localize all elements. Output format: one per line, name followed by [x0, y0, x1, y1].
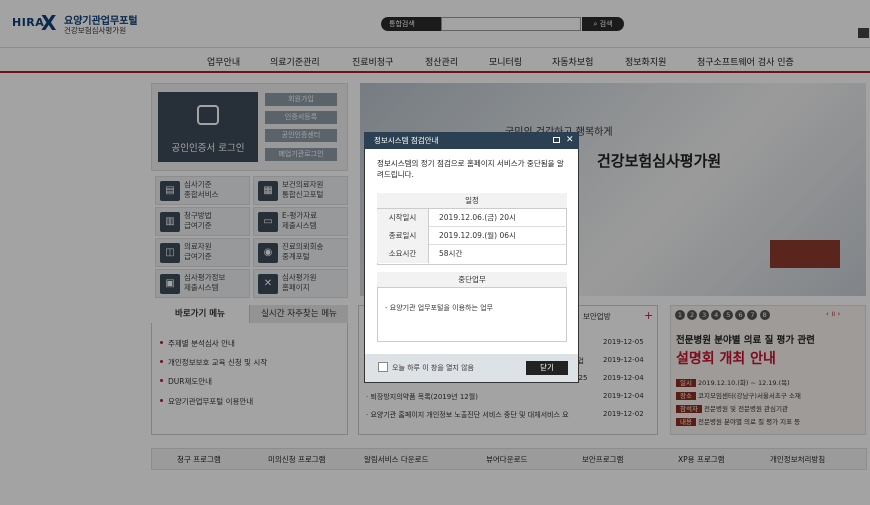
suspended-jobs-text: - 요양기관 업무포털을 이용하는 업무	[385, 304, 494, 312]
schedule-value: 2019.12.09.(월) 06시	[439, 231, 516, 240]
schedule-row: 소요시간 58시간	[377, 245, 567, 263]
popup-close-button[interactable]: 닫기	[526, 361, 568, 375]
dont-show-today-checkbox[interactable]	[378, 362, 388, 372]
popup-title: 정보시스템 점검안내	[364, 132, 579, 149]
schedule-value: 2019.12.06.(금) 20시	[439, 213, 516, 222]
popup-message: 정보시스템의 정기 점검으로 홈페이지 서비스가 중단됨을 알려드립니다.	[377, 159, 564, 179]
schedule-row: 시작일시 2019.12.06.(금) 20시	[377, 209, 567, 227]
popup-minimize-icon[interactable]	[553, 137, 560, 143]
suspended-jobs-header: 중단업무	[377, 272, 567, 288]
schedule-key: 소요시간	[377, 245, 429, 263]
schedule-key: 시작일시	[377, 209, 429, 227]
popup-close-icon[interactable]: ✕	[566, 132, 574, 149]
schedule-header: 일정	[377, 193, 567, 209]
schedule-row: 종료일시 2019.12.09.(월) 06시	[377, 227, 567, 245]
schedule-value: 58시간	[439, 249, 463, 258]
schedule-key: 종료일시	[377, 227, 429, 245]
dont-show-today-label[interactable]: 오늘 하루 이 창을 열지 않음	[392, 363, 474, 373]
